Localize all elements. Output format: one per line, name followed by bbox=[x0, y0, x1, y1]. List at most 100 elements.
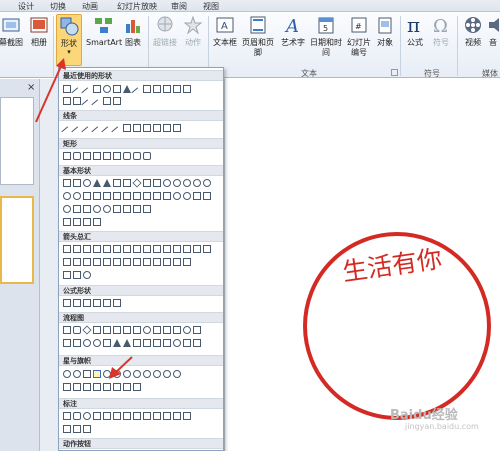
sequential-access-icon[interactable] bbox=[163, 339, 171, 347]
left-right-up-arrow-icon[interactable] bbox=[133, 245, 141, 253]
tab-design[interactable]: 设计 bbox=[18, 1, 34, 12]
preparation-icon[interactable] bbox=[153, 326, 161, 334]
equal-icon[interactable] bbox=[103, 299, 111, 307]
arrow-shape-icon[interactable] bbox=[143, 85, 151, 93]
line-callout-3-icon[interactable] bbox=[123, 412, 131, 420]
tab-review[interactable]: 审阅 bbox=[171, 1, 187, 12]
bent-up-arrow-icon[interactable] bbox=[173, 245, 181, 253]
screenshot-button[interactable]: 幕截图 bbox=[0, 14, 24, 48]
curved-down-arrow-icon[interactable] bbox=[63, 258, 71, 266]
smartart-button[interactable]: SmartArt bbox=[86, 14, 122, 48]
close-icon[interactable]: × bbox=[27, 82, 35, 93]
plus-icon[interactable] bbox=[63, 299, 71, 307]
star-10-icon[interactable] bbox=[133, 370, 141, 378]
cloud-callout-icon[interactable] bbox=[93, 412, 101, 420]
hexagon-icon[interactable] bbox=[153, 179, 161, 187]
brace-shape-icon[interactable] bbox=[113, 97, 121, 105]
rectangle-shape-icon[interactable] bbox=[113, 85, 121, 93]
star-8-icon[interactable] bbox=[123, 370, 131, 378]
line-callout-accent-icon[interactable] bbox=[183, 412, 191, 420]
bevel-icon[interactable] bbox=[163, 192, 171, 200]
curved-left-arrow-icon[interactable] bbox=[193, 245, 201, 253]
rounded-rectangle-icon[interactable] bbox=[73, 152, 81, 160]
lightning-bolt-icon[interactable] bbox=[83, 205, 91, 213]
left-up-arrow-icon[interactable] bbox=[163, 245, 171, 253]
line-callout-accent-icon[interactable] bbox=[163, 412, 171, 420]
star-7-icon[interactable] bbox=[113, 370, 121, 378]
plaque-icon[interactable] bbox=[133, 192, 141, 200]
merge-icon[interactable] bbox=[133, 339, 141, 347]
summing-junction-icon[interactable] bbox=[83, 339, 91, 347]
cube-icon[interactable] bbox=[153, 192, 161, 200]
pentagon-icon[interactable] bbox=[143, 179, 151, 187]
diagonal-stripe-icon[interactable] bbox=[113, 192, 121, 200]
curved-right-arrow-icon[interactable] bbox=[183, 245, 191, 253]
snip-rectangle-icon[interactable] bbox=[93, 152, 101, 160]
snip-rectangle-icon[interactable] bbox=[103, 152, 111, 160]
text-box-shape-icon[interactable] bbox=[63, 179, 71, 187]
up-arrow-icon[interactable] bbox=[83, 245, 91, 253]
l-shape-icon[interactable] bbox=[103, 192, 111, 200]
frame-icon[interactable] bbox=[83, 192, 91, 200]
line-callout-accent-icon[interactable] bbox=[153, 412, 161, 420]
left-bracket-icon[interactable] bbox=[63, 218, 71, 226]
star-16-icon[interactable] bbox=[153, 370, 161, 378]
pentagon-arrow-icon[interactable] bbox=[93, 258, 101, 266]
rectangle-shape-icon[interactable] bbox=[93, 85, 101, 93]
double-wave-icon[interactable] bbox=[133, 383, 141, 391]
data-icon[interactable] bbox=[93, 326, 101, 334]
slide-thumbnail[interactable] bbox=[0, 97, 34, 185]
textbox-button[interactable]: A 文本框 bbox=[212, 14, 238, 48]
process-icon[interactable] bbox=[63, 326, 71, 334]
collate-icon[interactable] bbox=[103, 339, 111, 347]
quad-arrow-icon[interactable] bbox=[63, 271, 71, 279]
predefined-process-icon[interactable] bbox=[103, 326, 111, 334]
document-icon[interactable] bbox=[123, 326, 131, 334]
tab-transitions[interactable]: 切换 bbox=[50, 1, 66, 12]
half-frame-icon[interactable] bbox=[93, 192, 101, 200]
or-icon[interactable] bbox=[93, 339, 101, 347]
direct-access-icon[interactable] bbox=[183, 339, 191, 347]
right-triangle-icon[interactable] bbox=[103, 179, 111, 187]
star-5-icon[interactable] bbox=[93, 370, 101, 378]
delay-icon[interactable] bbox=[153, 339, 161, 347]
cross-icon[interactable] bbox=[123, 192, 131, 200]
donut-icon[interactable] bbox=[173, 192, 181, 200]
bent-arrow-icon[interactable] bbox=[143, 245, 151, 253]
curved-connector-icon[interactable] bbox=[123, 124, 131, 132]
elbow-double-arrow-icon[interactable] bbox=[111, 126, 123, 138]
circular-arrow-icon[interactable] bbox=[183, 258, 191, 266]
minus-icon[interactable] bbox=[73, 299, 81, 307]
horizontal-scroll-icon[interactable] bbox=[113, 383, 121, 391]
chord-icon[interactable] bbox=[63, 192, 71, 200]
round-rectangle-icon[interactable] bbox=[123, 152, 131, 160]
notched-right-arrow-icon[interactable] bbox=[83, 258, 91, 266]
object-button[interactable]: 对象 bbox=[374, 14, 396, 48]
arrow-shape-icon[interactable] bbox=[183, 85, 191, 93]
freeform-shape-icon[interactable] bbox=[63, 97, 71, 105]
right-arrow-callout-icon[interactable] bbox=[113, 258, 121, 266]
snip-round-rectangle-icon[interactable] bbox=[113, 152, 121, 160]
terminator-icon[interactable] bbox=[143, 326, 151, 334]
chart-button[interactable]: 图表 bbox=[122, 14, 144, 48]
quad-arrow-callout-icon[interactable] bbox=[173, 258, 181, 266]
audio-button[interactable]: 音 bbox=[486, 14, 500, 48]
action-button[interactable]: 动作 bbox=[182, 14, 204, 48]
left-right-arrow-callout-icon[interactable] bbox=[153, 258, 161, 266]
equation-button[interactable]: π 公式 bbox=[404, 14, 426, 48]
punched-tape-icon[interactable] bbox=[73, 339, 81, 347]
left-arrow-icon[interactable] bbox=[73, 245, 81, 253]
arrow-shape-icon[interactable] bbox=[173, 85, 181, 93]
parallelogram-icon[interactable] bbox=[113, 179, 121, 187]
star-32-icon[interactable] bbox=[173, 370, 181, 378]
display-icon[interactable] bbox=[193, 339, 201, 347]
curve-shape-icon[interactable] bbox=[73, 97, 81, 105]
arrow-shape-icon[interactable] bbox=[153, 85, 161, 93]
panel-splitter[interactable] bbox=[40, 79, 58, 451]
line-callout-2-icon[interactable] bbox=[113, 412, 121, 420]
round-rectangle-icon[interactable] bbox=[143, 152, 151, 160]
shapes-button[interactable]: 形状 ▾ bbox=[56, 14, 82, 66]
alternate-process-icon[interactable] bbox=[73, 326, 81, 334]
octagon-icon[interactable] bbox=[173, 179, 181, 187]
vertical-scroll-icon[interactable] bbox=[103, 383, 111, 391]
